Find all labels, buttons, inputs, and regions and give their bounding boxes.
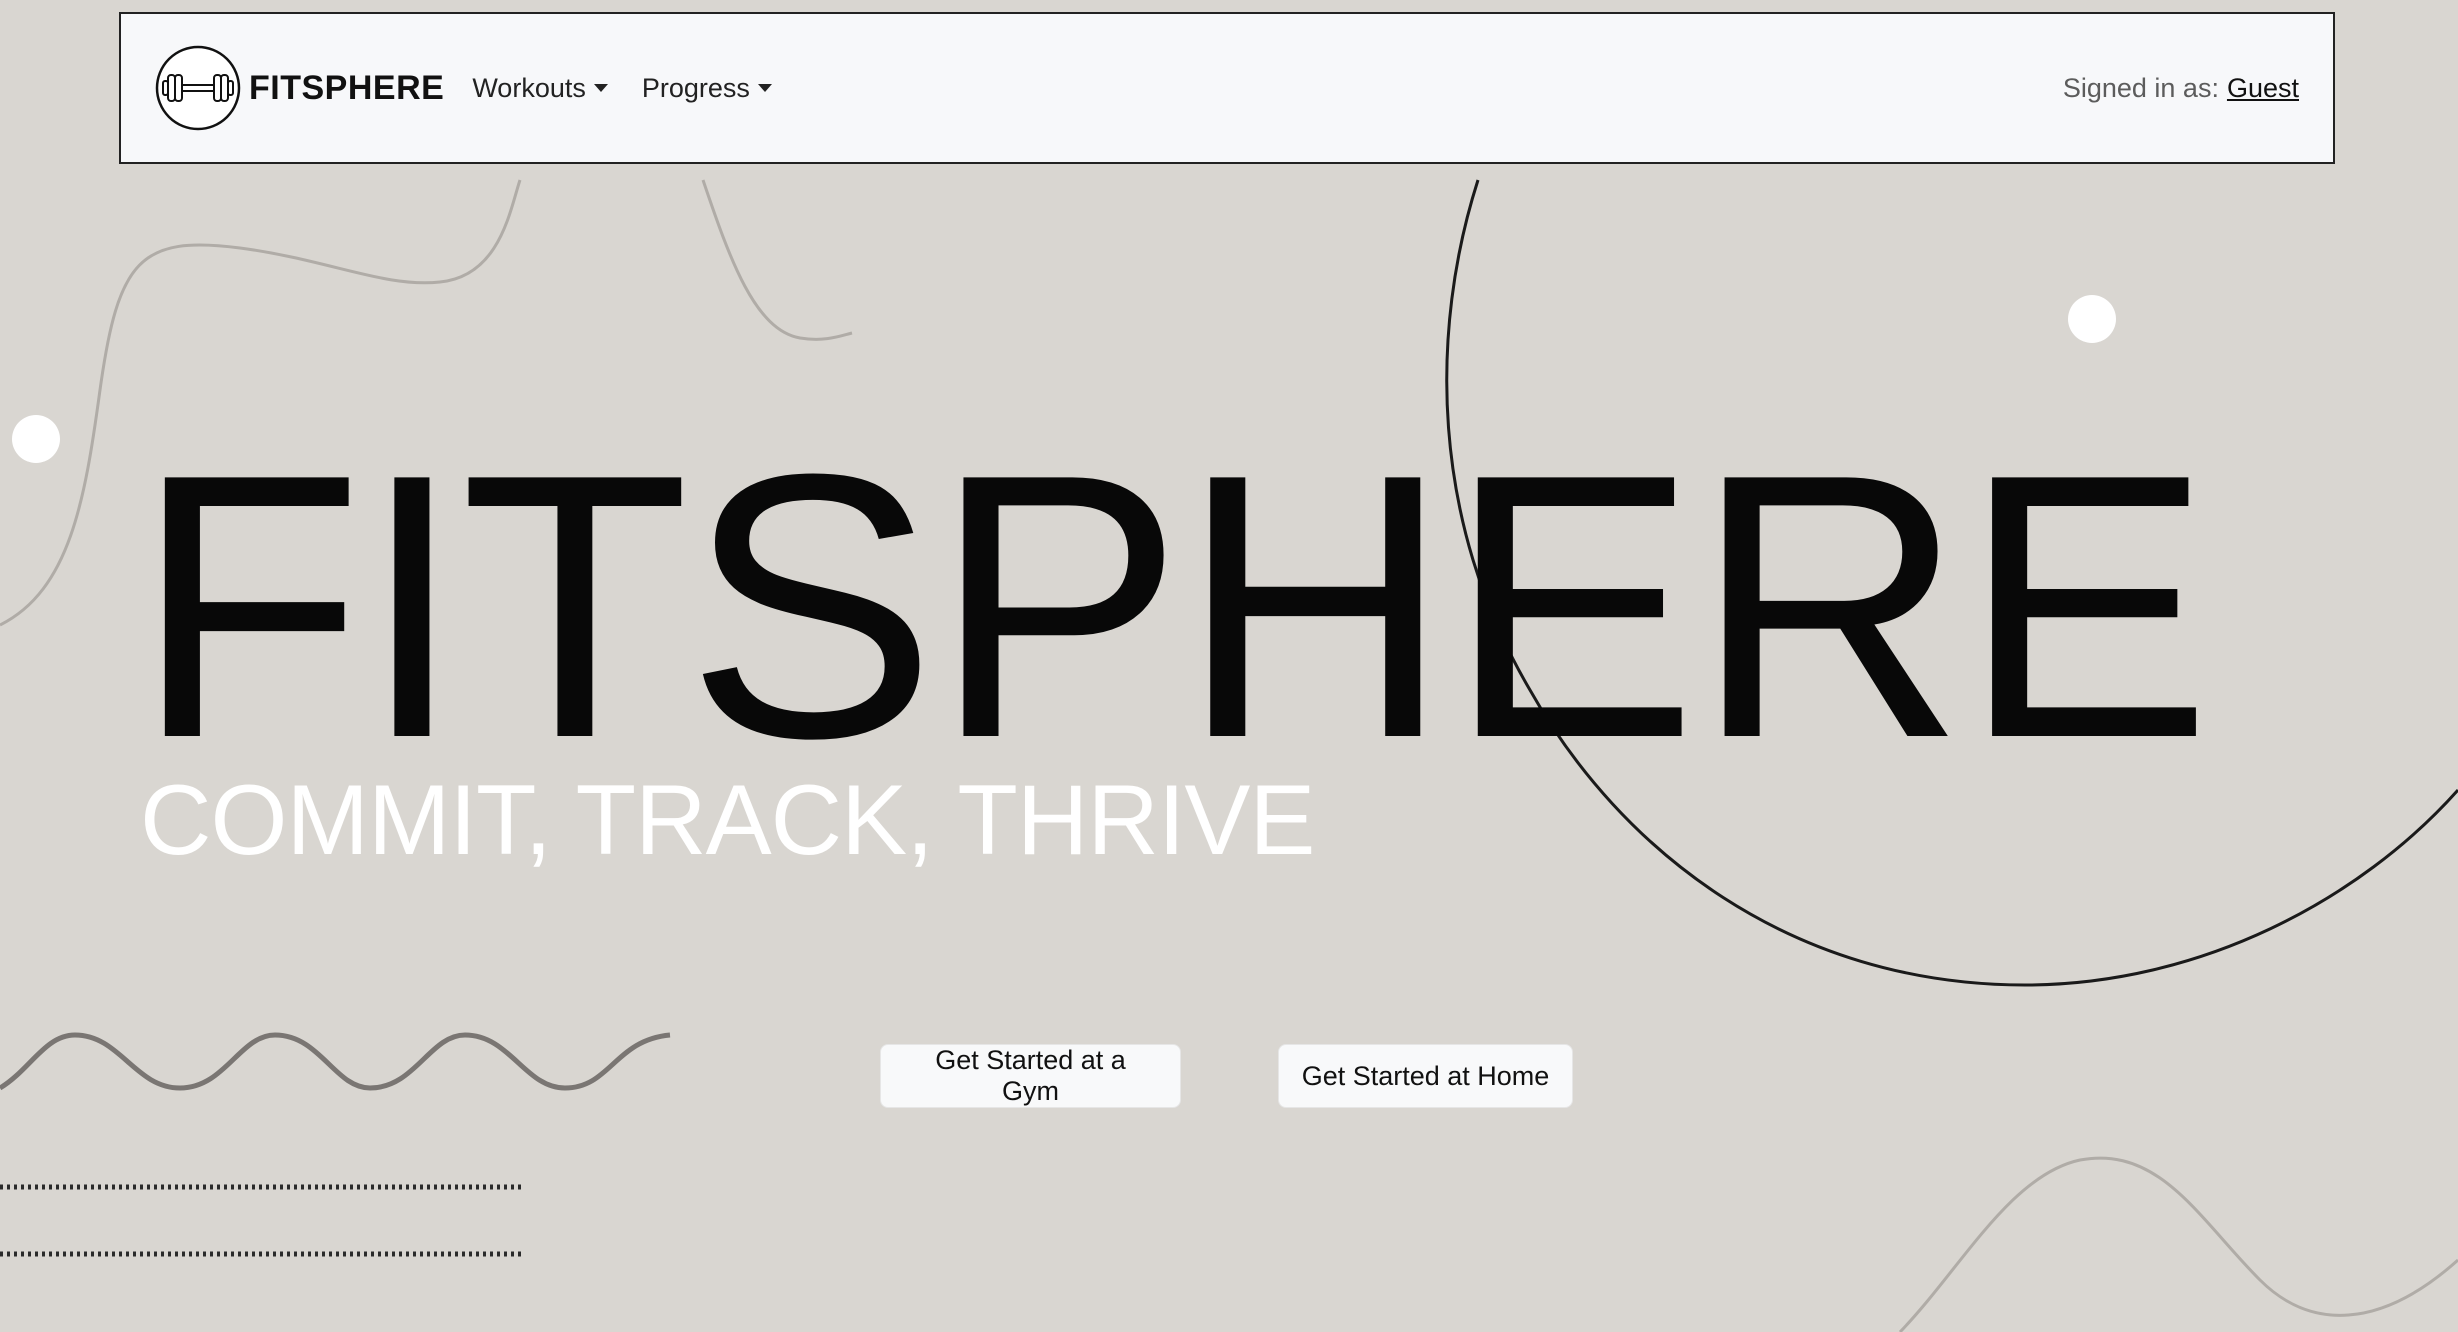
caret-down-icon bbox=[757, 84, 772, 92]
decorative-curve-top-middle bbox=[701, 179, 853, 341]
nav-dropdown-workouts[interactable]: Workouts bbox=[472, 73, 608, 104]
brand-name: FITSPHERE bbox=[249, 68, 445, 107]
hero-tagline: COMMIT, TRACK, THRIVE bbox=[140, 764, 1315, 875]
dumbbell-icon bbox=[155, 45, 241, 131]
signed-in-label: Signed in as: bbox=[2062, 72, 2219, 103]
navbar: FITSPHERE Workouts Progress Signed in as… bbox=[119, 12, 2335, 164]
nav-workouts-label: Workouts bbox=[472, 72, 586, 103]
decorative-wave bbox=[0, 1032, 671, 1091]
brand-home-link[interactable]: FITSPHERE bbox=[155, 45, 444, 131]
signed-in-status: Signed in as: Guest bbox=[2063, 73, 2299, 104]
get-started-home-button[interactable]: Get Started at Home bbox=[1278, 1044, 1573, 1108]
nav-progress-label: Progress bbox=[641, 72, 750, 103]
get-started-gym-button[interactable]: Get Started at a Gym bbox=[880, 1044, 1181, 1108]
decorative-dot-right bbox=[2068, 295, 2116, 343]
decorative-dot-left bbox=[12, 415, 60, 463]
decorative-curve-bottom-right bbox=[1898, 1156, 2458, 1332]
nav-dropdown-progress[interactable]: Progress bbox=[642, 73, 772, 104]
hero-title: FITSPHERE bbox=[134, 396, 2212, 816]
caret-down-icon bbox=[593, 84, 608, 92]
landing-page: FITSPHERE Workouts Progress Signed in as… bbox=[0, 0, 2458, 1332]
signed-in-user-link[interactable]: Guest bbox=[2227, 73, 2299, 104]
